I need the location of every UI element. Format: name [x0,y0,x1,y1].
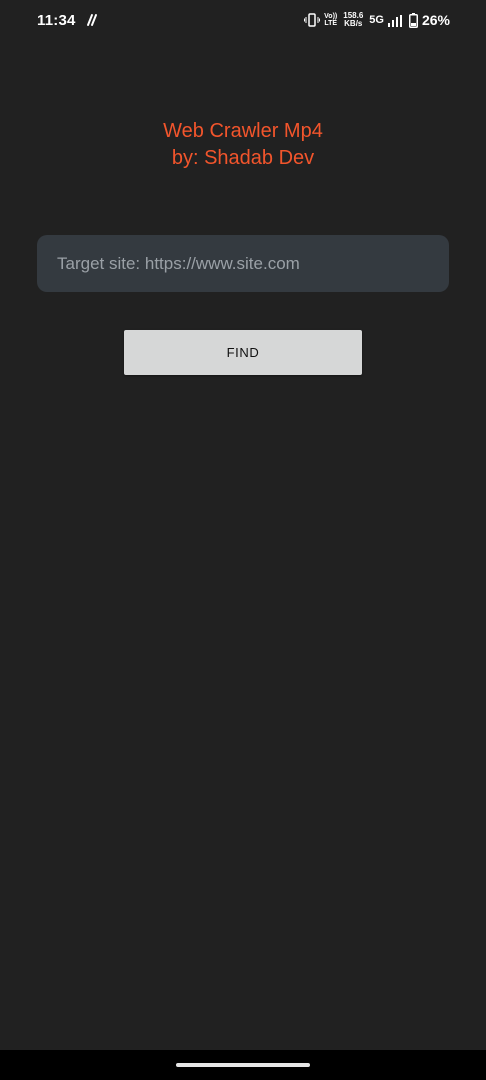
signal-icon [387,14,402,27]
target-site-input[interactable] [37,235,449,292]
battery-percent: 26% [421,12,450,28]
vibrate-icon [304,13,321,27]
volte-badge: Vo)) LTE [324,13,337,27]
status-bar: 11:34 Vo)) LTE 158.6 KB/s 5G 26% [0,0,486,40]
status-time: 11:34 [37,11,76,29]
network-speed: 158.6 KB/s [343,12,363,28]
app-title-line1: Web Crawler Mp4 [163,120,323,142]
nfc-icon [86,13,100,27]
volte-bottom: LTE [324,20,338,27]
navigation-bar [0,1050,486,1080]
status-left: 11:34 [37,12,100,29]
battery-icon [408,12,418,28]
network-type: 5G [369,14,384,26]
find-button[interactable]: FIND [124,330,362,375]
status-right: Vo)) LTE 158.6 KB/s 5G 26% [304,12,450,28]
home-gesture-handle[interactable] [176,1063,310,1067]
volte-top: Vo)) [324,13,338,20]
speed-unit: KB/s [344,19,363,28]
app-title-line2: by: Shadab Dev [171,147,315,169]
app-title: Web Crawler Mp4 by: Shadab Dev [0,118,486,172]
